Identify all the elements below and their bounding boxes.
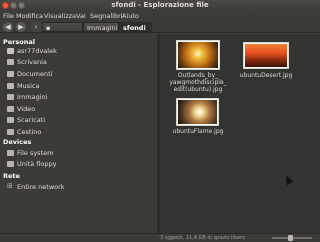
sidebar-section-personal: Personal — [3, 38, 35, 46]
sidebar-item-scrivania[interactable]: Scrivania — [0, 57, 157, 67]
sidebar-item-immagini[interactable]: Immagini — [0, 92, 157, 102]
forward-arrow-icon[interactable]: ▶ — [16, 22, 26, 32]
file-view: Outlands_by_ yawgmothdisciple_ edit(ubun… — [160, 34, 320, 233]
sidebar-item-video[interactable]: Video — [0, 104, 157, 114]
sidebar-item-musica[interactable]: Musica — [0, 81, 157, 91]
toolbar: ◀ ▶ ‹ ▪ asr77dvalek Immagini sfondi — [0, 21, 320, 42]
sidebar-item-cestino[interactable]: Cestino — [0, 127, 157, 137]
sidebar-item-scaricati[interactable]: Scaricati — [0, 115, 157, 125]
sidebar-item-floppy[interactable]: Unità floppy — [0, 159, 157, 169]
network-icon: ⊞ — [7, 182, 13, 190]
music-folder-icon — [7, 83, 14, 89]
pictures-folder-icon — [7, 94, 14, 100]
breadcrumb-home[interactable]: ▪ asr77dvalek — [42, 22, 86, 42]
title-bar: sfondi - Esplorazione file — [0, 0, 320, 11]
home-folder-icon: ▪ — [46, 24, 51, 32]
menu-modifica[interactable]: Modifica — [16, 12, 43, 20]
menu-bar: File Modifica Visualizza Vai Segnalibri … — [0, 11, 320, 21]
zoom-slider[interactable] — [272, 235, 312, 241]
status-text: 3 oggetti, 11,4 GB di spazio libero — [160, 235, 246, 241]
downloads-folder-icon — [7, 117, 14, 123]
sidebar-section-devices: Devices — [3, 138, 32, 146]
file-thumbnail-ubuntu-flame[interactable] — [176, 98, 219, 126]
zoom-slider-handle[interactable] — [287, 235, 293, 241]
file-thumbnail-outlands[interactable] — [176, 40, 220, 70]
breadcrumb-sfondi[interactable]: sfondi — [119, 22, 152, 32]
menu-segnalibri[interactable]: Segnalibri — [90, 12, 123, 20]
sidebar-item-file-system[interactable]: File system — [0, 148, 157, 158]
sidebar-section-network: Rete — [3, 172, 20, 180]
file-thumbnail-ubuntu-desert[interactable] — [243, 42, 289, 69]
menu-file[interactable]: File — [3, 12, 14, 20]
file-label-ubuntu-desert[interactable]: ubuntuDesert.jpg — [238, 72, 294, 79]
window-title: sfondi - Esplorazione file — [111, 1, 209, 9]
floppy-drive-icon — [7, 161, 14, 167]
sidebar-item-documenti[interactable]: Documenti — [0, 69, 157, 79]
menu-vai[interactable]: Vai — [76, 12, 86, 20]
sidebar-item-entire-network[interactable]: ⊞ Entire network — [0, 182, 157, 192]
hard-drive-icon — [7, 150, 14, 156]
file-label-outlands[interactable]: Outlands_by_ yawgmothdisciple_ edit(ubun… — [164, 72, 232, 93]
desktop-folder-icon — [7, 59, 14, 65]
sidebar: Personal asr77dvalek Scrivania Documenti… — [0, 34, 157, 233]
breadcrumb-immagini[interactable]: Immagini — [83, 22, 119, 32]
menu-aiuto[interactable]: Aiuto — [122, 12, 139, 20]
status-bar: 3 oggetti, 11,4 GB di spazio libero — [0, 233, 320, 242]
sidebar-item-home[interactable]: asr77dvalek — [0, 46, 157, 56]
home-folder-icon — [7, 48, 14, 54]
trash-icon — [7, 129, 14, 135]
back-arrow-icon[interactable]: ◀ — [3, 22, 13, 32]
video-folder-icon — [7, 106, 14, 112]
documents-folder-icon — [7, 71, 14, 77]
file-label-ubuntu-flame[interactable]: ubuntuFlame.jpg — [168, 128, 228, 135]
menu-visualizza[interactable]: Visualizza — [44, 12, 76, 20]
path-toggle-icon[interactable]: ‹ — [31, 22, 41, 32]
